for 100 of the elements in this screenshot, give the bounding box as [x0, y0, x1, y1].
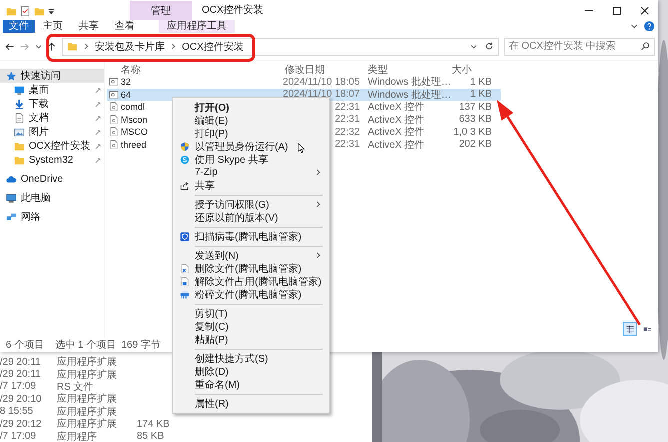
chevron-right-icon [171, 43, 176, 50]
menu-item[interactable]: 授予访问权限(G) [175, 198, 327, 211]
menu-item[interactable]: 发送到(N) [175, 249, 327, 262]
menu-item[interactable]: 复制(C) [175, 320, 327, 333]
date-cell: /29 20:10 [0, 394, 42, 405]
pointer-icon [298, 143, 305, 154]
size-cell: 1 KB [470, 76, 492, 88]
date-cell: 8 15:55 [0, 406, 34, 418]
computer-icon [6, 192, 17, 204]
column-header[interactable]: 类型 [368, 64, 388, 76]
settings-file-icon [109, 77, 119, 88]
share-icon [180, 180, 190, 190]
date-cell: 22:31 [334, 102, 360, 113]
maximize-icon[interactable] [612, 6, 622, 16]
menu-item[interactable]: 打开(O) [175, 101, 327, 114]
up-arrow-icon[interactable] [47, 42, 58, 52]
menu-item[interactable]: 粉碎文件(腾讯电脑管家) [175, 288, 327, 301]
menu-item[interactable]: 创建快捷方式(S) [175, 352, 327, 365]
sidebar-item[interactable]: 桌面 [0, 83, 104, 97]
menu-item[interactable]: 使用 Skype 共享 [175, 153, 327, 166]
sidebar-item[interactable]: OCX控件安装 [0, 139, 104, 153]
size-cell: 85 KB [137, 431, 164, 442]
back-arrow-icon[interactable] [5, 42, 15, 52]
date-cell: 2024/11/10 18:07 [282, 89, 360, 100]
shield-icon [180, 142, 190, 152]
sidebar-item[interactable]: 此电脑 [0, 191, 104, 205]
menu-item[interactable]: 扫描病毒(腾讯电脑管家) [175, 230, 327, 243]
type-cell: 应用程序扩展 [57, 394, 117, 406]
date-cell: 22:31 [334, 114, 360, 126]
file-name: Mscon [121, 114, 148, 125]
menu-item[interactable]: 删除文件(腾讯电脑管家) [175, 262, 327, 275]
breadcrumb[interactable]: OCX控件安装 [182, 40, 244, 54]
date-cell: /29 20:11 [0, 356, 41, 368]
type-cell: Windows 批处理… [368, 90, 452, 101]
menu-item[interactable]: 重命名(M) [175, 378, 327, 391]
skype-icon [180, 154, 190, 164]
size-cell: 1,0 3 KB [454, 126, 492, 138]
folder-icon [14, 154, 25, 166]
menu-item[interactable]: 粘贴(P) [175, 333, 327, 346]
type-cell: RS 文件 [57, 382, 94, 393]
chevron-down-icon[interactable] [630, 22, 639, 31]
sidebar-item[interactable]: 下载 [0, 97, 104, 111]
star-icon [6, 70, 17, 82]
menu-item[interactable]: 7-Zip [175, 166, 327, 179]
file-name: 64 [121, 90, 132, 100]
menu-item[interactable]: 打印(P) [175, 127, 327, 140]
menu-item[interactable]: 共享 [175, 179, 327, 192]
chevron-right-icon [84, 43, 90, 50]
ribbon-tab[interactable]: 查看 [107, 20, 143, 33]
file-icon [109, 127, 119, 138]
type-cell: ActiveX 控件 [368, 140, 425, 151]
menu-item[interactable]: 属性(R) [175, 397, 327, 410]
sidebar-item[interactable]: 图片 [0, 125, 104, 139]
refresh-icon[interactable] [484, 42, 494, 51]
close-icon[interactable] [640, 6, 650, 16]
sidebar-item[interactable]: 文档 [0, 111, 104, 125]
file-icon [109, 102, 119, 112]
sidebar-item[interactable]: 快速访问 [0, 69, 104, 83]
ribbon-tab[interactable]: 共享 [71, 20, 107, 33]
details-view-icon [626, 324, 634, 334]
menu-item[interactable]: 还原以前的版本(V) [175, 211, 327, 224]
size-cell: 633 KB [459, 114, 492, 126]
type-cell: 应用程序扩展 [57, 357, 117, 368]
sidebar-item[interactable]: 网络 [0, 210, 104, 224]
menu-item[interactable]: 删除(D) [175, 365, 327, 378]
ribbon-tab[interactable]: 文件 [3, 20, 35, 33]
address-bar[interactable]: 安装包及卡片库 OCX控件安装 [62, 38, 499, 56]
file-icon [109, 114, 119, 125]
chevron-down-icon[interactable] [34, 42, 42, 50]
item-count: 6 个项目 [6, 339, 44, 352]
menu-item[interactable]: 剪切(T) [175, 307, 327, 320]
column-header[interactable]: 修改日期 [285, 64, 325, 76]
checklist-icon[interactable] [20, 6, 31, 17]
dropdown-icon[interactable] [48, 8, 55, 15]
date-cell: /7 17:09 [0, 381, 36, 392]
size-cell: 137 KB [459, 102, 492, 113]
menu-item[interactable]: 以管理员身份运行(A) [175, 140, 327, 153]
help-icon[interactable] [644, 21, 655, 32]
file-name: threed [121, 140, 147, 150]
menu-item[interactable]: 编辑(E) [175, 114, 327, 127]
sidebar-item[interactable]: OneDrive [0, 172, 104, 186]
image-icon [14, 126, 25, 138]
column-header[interactable]: 名称 [121, 64, 141, 76]
ribbon-tab[interactable]: 应用程序工具 [159, 20, 235, 33]
document-icon [14, 112, 25, 124]
type-cell: Windows 批处理… [368, 77, 452, 88]
type-cell: ActiveX 控件 [368, 127, 425, 138]
breadcrumb[interactable]: 安装包及卡片库 [95, 40, 166, 54]
menu-item[interactable]: 解除文件占用(腾讯电脑管家) [175, 275, 327, 288]
settings-file-icon [109, 90, 119, 100]
chevron-down-icon[interactable] [470, 42, 478, 50]
type-cell: 应用程序扩展 [57, 419, 117, 430]
sidebar-item[interactable]: System32 [0, 153, 104, 167]
column-header[interactable]: 大小 [452, 64, 472, 76]
download-icon [14, 98, 25, 110]
ribbon-tab[interactable]: 主页 [35, 20, 71, 33]
selection-size: 169 字节 [121, 338, 161, 352]
cloud-icon [6, 174, 17, 184]
delete-file-icon [180, 264, 190, 274]
context-tab-header[interactable]: 管理 [130, 1, 192, 20]
